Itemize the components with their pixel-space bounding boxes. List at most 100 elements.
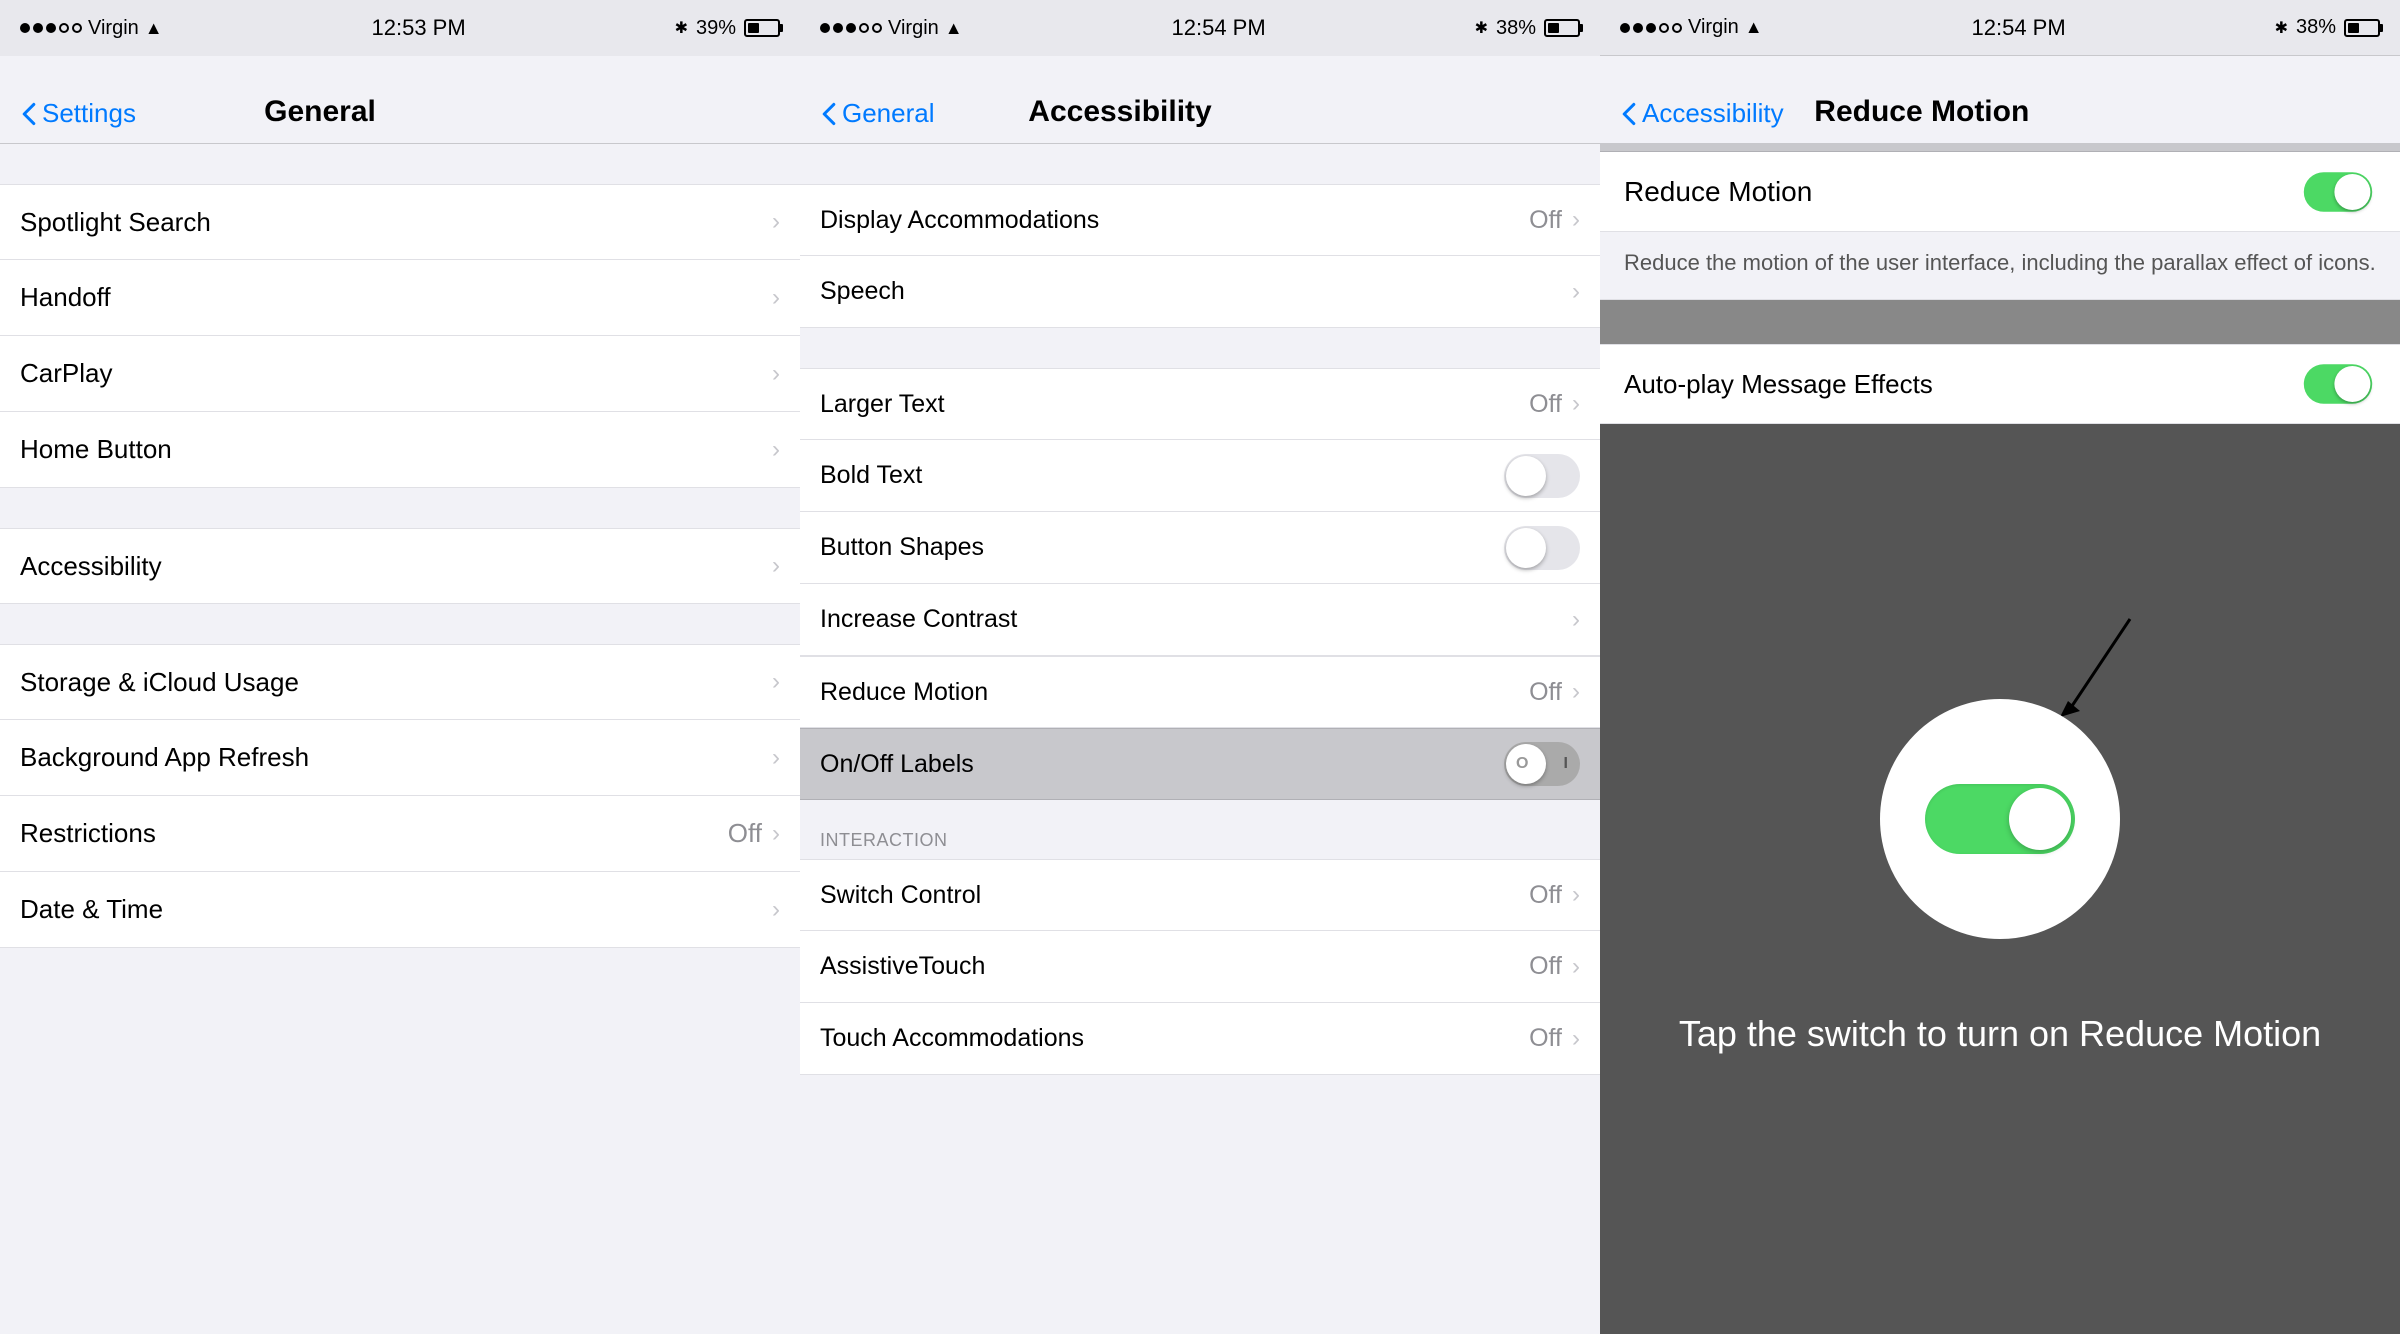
item-left: CarPlay bbox=[20, 358, 112, 389]
settings-item-reduce-motion[interactable]: Reduce Motion Off › bbox=[800, 656, 1600, 728]
section-gap bbox=[800, 144, 1600, 184]
carrier-1: Virgin bbox=[88, 17, 139, 40]
settings-item-touch-accommodations[interactable]: Touch Accommodations Off › bbox=[800, 1003, 1600, 1075]
annotation-toggle-large[interactable] bbox=[1925, 784, 2075, 854]
item-left: Display Accommodations bbox=[820, 206, 1099, 235]
battery-fill-1 bbox=[748, 23, 759, 33]
item-left: Date & Time bbox=[20, 894, 163, 925]
auto-play-label: Auto-play Message Effects bbox=[1624, 369, 1933, 400]
item-label: Increase Contrast bbox=[820, 605, 1017, 634]
item-right: Off › bbox=[1529, 881, 1580, 910]
accessibility-group-1: Display Accommodations Off › Speech › bbox=[800, 184, 1600, 328]
chevron-icon: › bbox=[1572, 678, 1580, 706]
status-right-1: ✱ 39% bbox=[675, 17, 780, 40]
time-1: 12:53 PM bbox=[372, 15, 466, 41]
chevron-icon: › bbox=[1572, 1025, 1580, 1053]
button-shapes-toggle[interactable] bbox=[1504, 526, 1580, 570]
item-value: Off bbox=[1529, 952, 1562, 981]
settings-item-storage-icloud[interactable]: Storage & iCloud Usage › bbox=[0, 644, 800, 720]
page-title-3: Reduce Motion bbox=[1624, 95, 2220, 129]
settings-item-date-time[interactable]: Date & Time › bbox=[0, 872, 800, 948]
battery-fill-3 bbox=[2348, 23, 2359, 33]
item-right: I O bbox=[1504, 742, 1580, 786]
settings-item-onoff-labels[interactable]: On/Off Labels I O bbox=[800, 728, 1600, 800]
settings-item-background-app-refresh[interactable]: Background App Refresh › bbox=[0, 720, 800, 796]
signal-dot bbox=[1620, 23, 1630, 33]
item-right bbox=[1504, 526, 1580, 570]
settings-item-spotlight-search[interactable]: Spotlight Search › bbox=[0, 184, 800, 260]
item-right: Off › bbox=[1529, 1024, 1580, 1053]
settings-item-restrictions[interactable]: Restrictions Off › bbox=[0, 796, 800, 872]
settings-item-carplay[interactable]: CarPlay › bbox=[0, 336, 800, 412]
settings-item-larger-text[interactable]: Larger Text Off › bbox=[800, 368, 1600, 440]
item-label: Reduce Motion bbox=[820, 678, 988, 707]
page-title-1: General bbox=[20, 95, 620, 129]
signal-dot bbox=[33, 23, 43, 33]
item-left: Home Button bbox=[20, 434, 172, 465]
settings-item-home-button[interactable]: Home Button › bbox=[0, 412, 800, 488]
item-right: Off › bbox=[1529, 206, 1580, 235]
reduce-motion-row: Reduce Motion bbox=[1600, 152, 2400, 232]
item-label: Touch Accommodations bbox=[820, 1024, 1084, 1053]
auto-play-toggle[interactable] bbox=[2304, 364, 2372, 404]
signal-dot bbox=[1646, 23, 1656, 33]
auto-play-row: Auto-play Message Effects bbox=[1600, 344, 2400, 424]
carrier-3: Virgin bbox=[1688, 16, 1739, 39]
chevron-icon: › bbox=[1572, 278, 1580, 306]
item-label: Home Button bbox=[20, 434, 172, 465]
signal-dot bbox=[72, 23, 82, 33]
chevron-icon: › bbox=[772, 820, 780, 848]
settings-item-bold-text[interactable]: Bold Text bbox=[800, 440, 1600, 512]
annotation-text: Tap the switch to turn on Reduce Motion bbox=[1679, 1009, 2321, 1059]
settings-item-accessibility[interactable]: Accessibility › bbox=[0, 528, 800, 604]
reduce-motion-toggle[interactable] bbox=[2304, 172, 2372, 212]
chevron-icon: › bbox=[1572, 390, 1580, 418]
settings-item-display-accommodations[interactable]: Display Accommodations Off › bbox=[800, 184, 1600, 256]
chevron-icon: › bbox=[1572, 953, 1580, 981]
onoff-labels-toggle[interactable]: I O bbox=[1504, 742, 1580, 786]
wifi-icon-2: ▲ bbox=[945, 18, 963, 39]
settings-list-1: Spotlight Search › Handoff › CarPlay bbox=[0, 144, 800, 1334]
chevron-icon: › bbox=[1572, 881, 1580, 909]
battery-pct-1: 39% bbox=[696, 17, 736, 40]
item-right: › bbox=[772, 552, 780, 580]
item-label: Handoff bbox=[20, 282, 111, 313]
item-left: Increase Contrast bbox=[820, 605, 1017, 634]
settings-item-speech[interactable]: Speech › bbox=[800, 256, 1600, 328]
item-label: Larger Text bbox=[820, 390, 945, 419]
reduce-motion-content: Reduce Motion Reduce the motion of the u… bbox=[1600, 152, 2400, 1334]
status-bar-3: Virgin ▲ 12:54 PM ✱ 38% bbox=[1600, 0, 2400, 56]
time-3: 12:54 PM bbox=[1972, 15, 2066, 41]
settings-item-increase-contrast[interactable]: Increase Contrast › bbox=[800, 584, 1600, 656]
interaction-section-header: INTERACTION bbox=[800, 820, 1600, 859]
signal-dot bbox=[846, 23, 856, 33]
section-gap bbox=[0, 604, 800, 644]
settings-item-assistivetouch[interactable]: AssistiveTouch Off › bbox=[800, 931, 1600, 1003]
chevron-icon: › bbox=[772, 552, 780, 580]
settings-item-handoff[interactable]: Handoff › bbox=[0, 260, 800, 336]
item-label: AssistiveTouch bbox=[820, 952, 985, 981]
chevron-icon: › bbox=[772, 668, 780, 696]
wifi-icon-3: ▲ bbox=[1745, 17, 1763, 38]
bold-text-toggle[interactable] bbox=[1504, 454, 1580, 498]
section-gap bbox=[0, 144, 800, 184]
bluetooth-icon-1: ✱ bbox=[675, 18, 688, 38]
panel-general: Virgin ▲ 12:53 PM ✱ 39% Settings General bbox=[0, 0, 800, 1334]
item-label: Button Shapes bbox=[820, 533, 984, 562]
toggle-thumb bbox=[1506, 528, 1546, 568]
time-2: 12:54 PM bbox=[1172, 15, 1266, 41]
chevron-icon: › bbox=[772, 284, 780, 312]
section-gap bbox=[800, 328, 1600, 368]
restrictions-value: Off bbox=[728, 818, 762, 849]
chevron-icon: › bbox=[1572, 606, 1580, 634]
toggle-thumb bbox=[1506, 456, 1546, 496]
item-value: Off bbox=[1529, 881, 1562, 910]
section-separator bbox=[1600, 144, 2400, 152]
nav-bar-3: Accessibility Reduce Motion bbox=[1600, 56, 2400, 144]
settings-item-button-shapes[interactable]: Button Shapes bbox=[800, 512, 1600, 584]
item-label: Background App Refresh bbox=[20, 742, 309, 773]
item-label: On/Off Labels bbox=[820, 750, 974, 779]
item-label: Date & Time bbox=[20, 894, 163, 925]
accessibility-list: Display Accommodations Off › Speech › bbox=[800, 144, 1600, 1334]
settings-item-switch-control[interactable]: Switch Control Off › bbox=[800, 859, 1600, 931]
